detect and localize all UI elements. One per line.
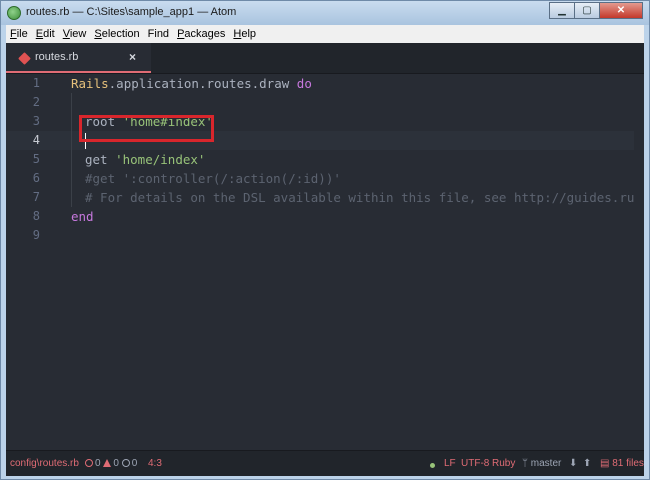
menu-file-label: ile — [16, 28, 28, 40]
code-token-class: Rails — [71, 76, 109, 91]
code-editor[interactable]: Rails.application.routes.draw do root 'h… — [70, 74, 644, 450]
code-line-8: end — [71, 207, 94, 226]
code-token-keyword: do — [296, 76, 312, 91]
status-files-count: 81 files — [612, 458, 644, 469]
menu-find[interactable]: Find — [144, 28, 173, 40]
maximize-icon: ▢ — [582, 5, 592, 16]
menu-view-accel: V — [62, 28, 70, 40]
status-dot-icon — [430, 460, 435, 471]
tab-label: routes.rb — [35, 51, 79, 63]
status-line-ending[interactable]: LF — [444, 458, 456, 469]
menu-view[interactable]: View — [59, 28, 91, 40]
maximize-button[interactable]: ▢ — [574, 2, 600, 19]
line-number: 2 — [32, 95, 40, 109]
git-fetch-icon[interactable]: ⬇ — [569, 458, 577, 469]
status-bar: config\routes.rb 0 0 0 4:3 LF UTF-8 Ruby… — [6, 450, 644, 476]
menu-selection-label: election — [101, 28, 140, 40]
minimize-button[interactable]: ▁ — [549, 2, 575, 19]
code-token-string: 'home/index' — [115, 152, 206, 167]
line-number-active: 4 — [32, 133, 40, 147]
status-grammar[interactable]: Ruby — [492, 458, 515, 469]
code-token-call: .application.routes.draw — [108, 76, 297, 91]
title-bar[interactable]: routes.rb — C:\Sites\sample_app1 — Atom … — [1, 1, 649, 25]
code-token-method: get — [85, 152, 116, 167]
file-diff-icon: ▤ — [600, 458, 610, 469]
error-icon — [85, 459, 93, 467]
vertical-scrollbar[interactable] — [634, 74, 644, 450]
code-line-7: # For details on the DSL available withi… — [85, 190, 644, 205]
menu-packages-label: ackages — [184, 28, 226, 40]
line-number: 1 — [32, 76, 40, 90]
line-number: 8 — [32, 209, 40, 223]
status-files-changed[interactable]: ▤ 81 files — [600, 458, 644, 469]
status-cursor-position[interactable]: 4:3 — [148, 458, 162, 469]
git-push-icon[interactable]: ⬆ — [583, 458, 591, 469]
line-number: 3 — [32, 114, 40, 128]
menu-selection-accel: S — [94, 28, 102, 40]
line-number: 7 — [32, 190, 40, 204]
status-file-path[interactable]: config\routes.rb — [10, 458, 79, 469]
status-warnings: 0 — [113, 458, 119, 469]
close-icon: ✕ — [616, 5, 626, 16]
menu-help-label: elp — [241, 28, 257, 40]
code-line-5: get 'home/index' — [85, 150, 205, 169]
git-branch-icon: ᛘ — [522, 458, 528, 469]
tab-routes-rb[interactable]: routes.rb × — [6, 43, 151, 73]
info-icon — [121, 459, 130, 467]
atom-app-icon — [7, 6, 21, 20]
menu-edit[interactable]: Edit — [32, 28, 59, 40]
status-diagnostics[interactable]: 0 0 0 — [85, 458, 137, 469]
window-controls: ▁ ▢ ✕ — [549, 2, 643, 20]
line-number-gutter: 1 2 3 4 5 6 7 8 9 — [6, 74, 70, 450]
annotation-highlight-box — [79, 115, 214, 142]
menu-find-label: ind — [154, 28, 170, 40]
menu-file[interactable]: File — [6, 28, 32, 40]
editor-frame: routes.rb × 1 2 3 4 5 6 7 8 9 Rails.appl… — [6, 43, 644, 476]
status-errors: 0 — [95, 458, 101, 469]
warning-icon — [103, 459, 112, 467]
menu-file-accel: F — [10, 28, 17, 40]
menu-bar: File Edit View Selection Find Packages H… — [6, 25, 644, 43]
tab-bar: routes.rb × — [6, 43, 644, 74]
menu-edit-accel: E — [35, 28, 44, 40]
status-info: 0 — [131, 458, 138, 469]
code-token-keyword: end — [71, 209, 94, 224]
menu-packages[interactable]: Packages — [173, 28, 229, 40]
line-number: 9 — [32, 228, 40, 242]
code-line-6: #get ':controller(/:action(/:id))' — [85, 171, 341, 186]
tab-close-icon[interactable]: × — [129, 50, 136, 64]
atom-window: routes.rb — C:\Sites\sample_app1 — Atom … — [0, 0, 650, 480]
status-branch-name: master — [530, 458, 562, 469]
status-encoding[interactable]: UTF-8 — [461, 458, 489, 469]
status-branch[interactable]: ᛘ master — [522, 458, 561, 469]
window-title: routes.rb — C:\Sites\sample_app1 — Atom — [26, 6, 237, 18]
minimize-icon: ▁ — [558, 5, 566, 16]
menu-selection[interactable]: Selection — [90, 28, 143, 40]
menu-help[interactable]: Help — [229, 28, 260, 40]
close-button[interactable]: ✕ — [599, 2, 643, 19]
ruby-file-icon — [18, 52, 31, 65]
line-number: 6 — [32, 171, 40, 185]
code-line-1: Rails.application.routes.draw do — [71, 74, 312, 93]
indent-guide — [71, 93, 72, 207]
line-number: 5 — [32, 152, 40, 166]
menu-edit-label: dit — [43, 28, 55, 40]
menu-view-label: iew — [69, 28, 87, 40]
